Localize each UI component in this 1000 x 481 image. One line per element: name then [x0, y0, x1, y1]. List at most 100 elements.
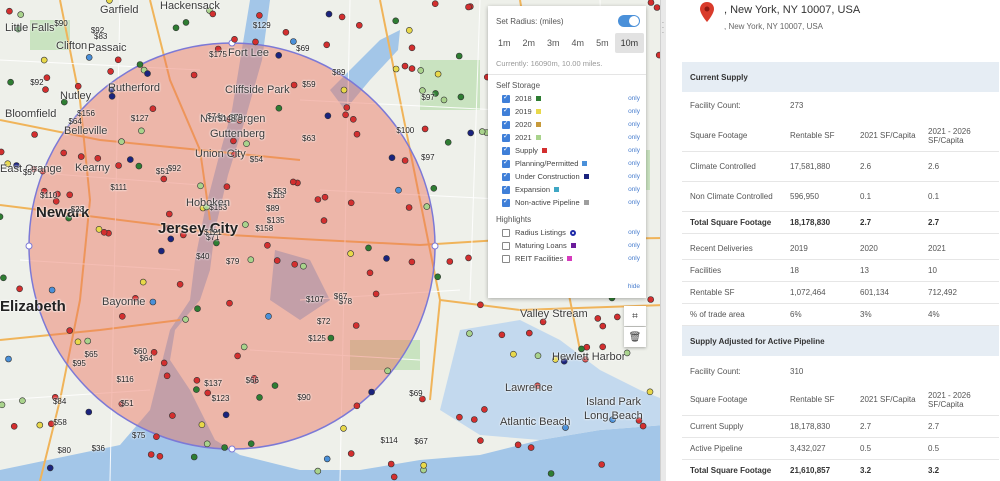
facility-marker[interactable]	[231, 35, 238, 43]
facility-marker[interactable]	[466, 330, 473, 337]
facility-marker[interactable]	[481, 406, 488, 413]
facility-marker[interactable]	[48, 286, 56, 294]
facility-marker[interactable]	[384, 367, 391, 375]
facility-marker[interactable]	[613, 313, 621, 321]
facility-marker[interactable]	[282, 28, 290, 36]
facility-marker[interactable]	[16, 285, 23, 293]
facility-marker[interactable]	[203, 440, 211, 448]
facility-marker[interactable]	[10, 422, 18, 430]
facility-marker[interactable]	[401, 157, 409, 164]
facility-marker[interactable]	[127, 156, 134, 163]
facility-marker[interactable]	[226, 299, 233, 307]
facility-marker[interactable]	[264, 242, 271, 249]
layer-checkbox[interactable]	[502, 158, 510, 168]
radius-handle[interactable]	[25, 242, 33, 250]
facility-marker[interactable]	[74, 338, 82, 346]
facility-marker[interactable]	[430, 185, 438, 192]
facility-marker[interactable]	[392, 17, 400, 25]
facility-marker[interactable]	[594, 315, 602, 322]
facility-marker[interactable]	[510, 350, 517, 358]
facility-marker[interactable]	[408, 258, 416, 266]
layer-checkbox[interactable]	[502, 228, 510, 237]
facility-marker[interactable]	[420, 461, 428, 469]
facility-marker[interactable]	[320, 217, 328, 224]
radius-button-5m[interactable]: 5m	[590, 33, 615, 53]
facility-marker[interactable]	[470, 416, 478, 423]
facility-marker[interactable]	[598, 461, 606, 468]
facility-marker[interactable]	[340, 86, 348, 94]
facility-marker[interactable]	[390, 473, 398, 481]
only-link[interactable]: only	[628, 160, 640, 167]
layer-toggle-row[interactable]: Supply only	[488, 144, 646, 157]
facility-marker[interactable]	[256, 12, 263, 19]
facility-marker[interactable]	[119, 312, 126, 320]
facility-marker[interactable]	[193, 386, 200, 393]
facility-marker[interactable]	[477, 437, 484, 444]
radius-handle[interactable]	[431, 242, 439, 250]
facility-marker[interactable]	[273, 257, 281, 264]
facility-marker[interactable]	[392, 65, 400, 73]
facility-marker[interactable]	[372, 290, 380, 298]
facility-marker[interactable]	[365, 244, 372, 252]
only-link[interactable]: only	[628, 147, 640, 154]
only-link[interactable]: only	[628, 242, 640, 249]
facility-marker[interactable]	[163, 372, 171, 380]
facility-marker[interactable]	[465, 254, 472, 262]
facility-marker[interactable]	[289, 178, 297, 186]
facility-marker[interactable]	[347, 250, 354, 257]
facility-marker[interactable]	[352, 322, 360, 329]
facility-marker[interactable]	[160, 175, 168, 183]
facility-marker[interactable]	[547, 470, 555, 477]
facility-marker[interactable]	[477, 301, 484, 309]
facility-marker[interactable]	[387, 460, 395, 468]
facility-marker[interactable]	[84, 337, 91, 345]
only-link[interactable]: only	[628, 229, 640, 236]
radius-button-1m[interactable]: 1m	[492, 33, 517, 53]
facility-marker[interactable]	[353, 130, 361, 138]
facility-marker[interactable]	[234, 352, 241, 360]
facility-marker[interactable]	[204, 389, 211, 397]
facility-marker[interactable]	[388, 154, 396, 161]
facility-marker[interactable]	[108, 93, 116, 100]
layer-checkbox[interactable]	[502, 93, 510, 103]
facility-marker[interactable]	[153, 433, 160, 441]
facility-marker[interactable]	[275, 104, 283, 112]
facility-marker[interactable]	[182, 316, 189, 323]
facility-marker[interactable]	[77, 153, 85, 160]
facility-marker[interactable]	[514, 441, 522, 449]
facility-marker[interactable]	[599, 322, 607, 330]
facility-marker[interactable]	[446, 258, 454, 265]
facility-marker[interactable]	[323, 41, 331, 49]
facility-marker[interactable]	[498, 331, 506, 339]
facility-marker[interactable]	[6, 7, 13, 15]
facility-marker[interactable]	[353, 402, 361, 410]
facility-marker[interactable]	[0, 401, 6, 409]
layer-toggle-row[interactable]: Under Construction only	[488, 170, 646, 183]
only-link[interactable]: only	[628, 199, 640, 206]
facility-marker[interactable]	[85, 54, 93, 61]
facility-marker[interactable]	[118, 138, 125, 145]
facility-marker[interactable]	[325, 10, 333, 18]
layer-toggle-row[interactable]: Expansion only	[488, 183, 646, 196]
facility-marker[interactable]	[314, 467, 322, 475]
facility-marker[interactable]	[323, 455, 331, 463]
facility-marker[interactable]	[247, 440, 255, 448]
facility-marker[interactable]	[349, 116, 357, 123]
facility-marker[interactable]	[525, 329, 533, 337]
facility-marker[interactable]	[383, 255, 390, 262]
facility-marker[interactable]	[455, 52, 463, 60]
facility-marker[interactable]	[144, 70, 151, 77]
facility-marker[interactable]	[417, 67, 425, 74]
facility-marker[interactable]	[355, 21, 363, 29]
facility-marker[interactable]	[176, 280, 184, 288]
facility-marker[interactable]	[95, 226, 103, 233]
facility-marker[interactable]	[139, 278, 147, 286]
radius-toggle[interactable]	[618, 15, 640, 27]
facility-marker[interactable]	[158, 247, 165, 255]
facility-marker[interactable]	[94, 155, 102, 162]
facility-marker[interactable]	[40, 56, 48, 64]
facility-marker[interactable]	[431, 0, 439, 8]
only-link[interactable]: only	[628, 95, 640, 102]
facility-marker[interactable]	[107, 68, 114, 75]
only-link[interactable]: only	[628, 186, 640, 193]
